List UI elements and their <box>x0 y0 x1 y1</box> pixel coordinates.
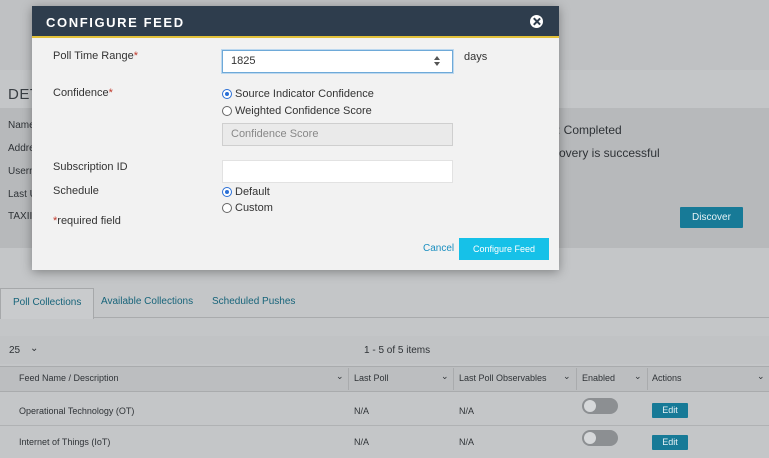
edit-button[interactable]: Edit <box>652 403 688 418</box>
column-header-enabled[interactable]: Enabled <box>582 373 615 383</box>
discover-button[interactable]: Discover <box>680 207 743 228</box>
status-discovery: overy is successful <box>559 146 660 160</box>
schedule-option-custom-label: Custom <box>235 202 273 214</box>
enabled-toggle[interactable] <box>582 430 618 446</box>
configure-feed-dialog: CONFIGURE FEED Poll Time Range* 1825 day… <box>32 6 559 270</box>
confidence-option-weighted[interactable]: Weighted Confidence Score <box>222 104 372 118</box>
tab-available-collections[interactable]: Available Collections <box>89 288 205 319</box>
required-field-note-text: required field <box>57 215 121 227</box>
status-completed: : Completed <box>557 123 622 137</box>
page-size-select[interactable]: 25 <box>9 345 20 356</box>
chevron-down-icon[interactable]: ⌄ <box>563 371 571 382</box>
dialog-header: CONFIGURE FEED <box>32 6 559 38</box>
detail-label-address: Addre <box>8 143 35 154</box>
feed-name: Operational Technology (OT) <box>19 406 135 416</box>
column-header-actions[interactable]: Actions <box>652 373 682 383</box>
column-divider <box>647 368 648 390</box>
poll-time-range-label-text: Poll Time Range <box>53 50 134 62</box>
column-divider <box>576 368 577 390</box>
required-marker: * <box>133 50 138 62</box>
feed-name: Internet of Things (IoT) <box>19 437 111 447</box>
tab-scheduled-pushes[interactable]: Scheduled Pushes <box>200 288 307 319</box>
radio-selected-icon[interactable] <box>222 89 232 99</box>
last-poll-observables: N/A <box>459 406 475 416</box>
confidence-score-placeholder: Confidence Score <box>231 128 319 140</box>
schedule-option-default-label: Default <box>235 186 270 198</box>
column-header-feed-name[interactable]: Feed Name / Description <box>19 373 119 383</box>
enabled-toggle[interactable] <box>582 398 618 414</box>
chevron-down-icon[interactable]: ⌄ <box>634 371 642 382</box>
subscription-id-label: Subscription ID <box>53 161 128 173</box>
radio-unselected-icon[interactable] <box>222 203 232 213</box>
required-field-note: *required field <box>53 215 121 227</box>
last-poll: N/A <box>354 406 370 416</box>
column-divider <box>348 368 349 390</box>
poll-time-range-input[interactable]: 1825 <box>222 50 453 73</box>
schedule-option-default[interactable]: Default <box>222 185 270 199</box>
confidence-option-source[interactable]: Source Indicator Confidence <box>222 87 374 101</box>
column-divider <box>453 368 454 390</box>
detail-label-username: Usern <box>8 166 35 177</box>
configure-feed-button[interactable]: Configure Feed <box>459 238 549 260</box>
cancel-button[interactable]: Cancel <box>423 243 454 254</box>
last-poll-observables: N/A <box>459 437 475 447</box>
confidence-label: Confidence* <box>53 87 113 99</box>
poll-time-range-value: 1825 <box>231 55 256 67</box>
detail-label-name: Name <box>8 120 35 131</box>
schedule-option-custom[interactable]: Custom <box>222 201 273 215</box>
confidence-option-weighted-label: Weighted Confidence Score <box>235 105 372 117</box>
poll-time-range-label: Poll Time Range* <box>53 50 138 62</box>
edit-button[interactable]: Edit <box>652 435 688 450</box>
chevron-down-icon[interactable]: ⌄ <box>757 371 765 382</box>
dialog-title: CONFIGURE FEED <box>46 15 185 30</box>
chevron-down-icon[interactable]: ⌄ <box>30 343 38 354</box>
schedule-label: Schedule <box>53 185 99 197</box>
last-poll: N/A <box>354 437 370 447</box>
radio-unselected-icon[interactable] <box>222 106 232 116</box>
tab-poll-collections[interactable]: Poll Collections <box>0 288 95 319</box>
close-icon[interactable] <box>530 15 543 28</box>
confidence-score-input: Confidence Score <box>222 123 453 146</box>
subscription-id-input[interactable] <box>222 160 453 183</box>
column-header-last-poll-observables[interactable]: Last Poll Observables <box>459 373 547 383</box>
radio-selected-icon[interactable] <box>222 187 232 197</box>
column-header-last-poll[interactable]: Last Poll <box>354 373 389 383</box>
detail-label-taxii: TAXII <box>8 211 33 222</box>
chevron-down-icon[interactable]: ⌄ <box>441 371 449 382</box>
confidence-option-source-label: Source Indicator Confidence <box>235 88 374 100</box>
item-count: 1 - 5 of 5 items <box>364 345 431 356</box>
required-marker: * <box>108 87 113 99</box>
confidence-label-text: Confidence <box>53 87 109 99</box>
stepper-arrows-icon[interactable] <box>433 55 443 68</box>
chevron-down-icon[interactable]: ⌄ <box>336 371 344 382</box>
poll-time-range-units: days <box>464 51 488 63</box>
